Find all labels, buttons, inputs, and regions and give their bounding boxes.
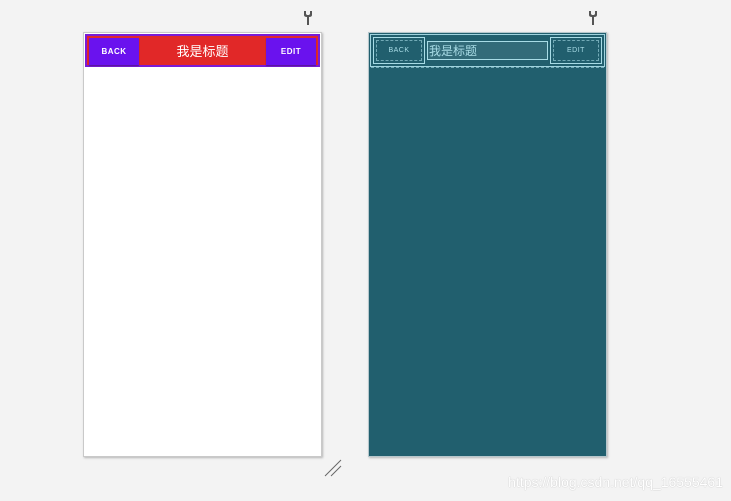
blueprint-preview: BACK 我是标题 EDIT <box>368 32 607 457</box>
blueprint-edit-button[interactable]: EDIT <box>550 37 602 64</box>
toolbar-outline <box>371 67 604 68</box>
blueprint-back-button[interactable]: BACK <box>373 37 425 64</box>
back-button[interactable]: BACK <box>89 38 139 65</box>
design-preview: BACK 我是标题 EDIT <box>83 32 322 457</box>
design-toolbar: BACK 我是标题 EDIT <box>85 34 320 67</box>
design-wrench-icon[interactable] <box>302 10 314 26</box>
resize-handle-icon[interactable] <box>324 459 342 477</box>
edit-button[interactable]: EDIT <box>266 38 316 65</box>
toolbar-title: 我是标题 <box>176 45 229 60</box>
blueprint-wrench-icon[interactable] <box>587 10 599 26</box>
blueprint-toolbar: BACK 我是标题 EDIT <box>370 34 605 68</box>
blueprint-toolbar-title[interactable]: 我是标题 <box>427 41 548 60</box>
watermark: https://blog.csdn.net/qq_16555461 <box>508 474 723 490</box>
